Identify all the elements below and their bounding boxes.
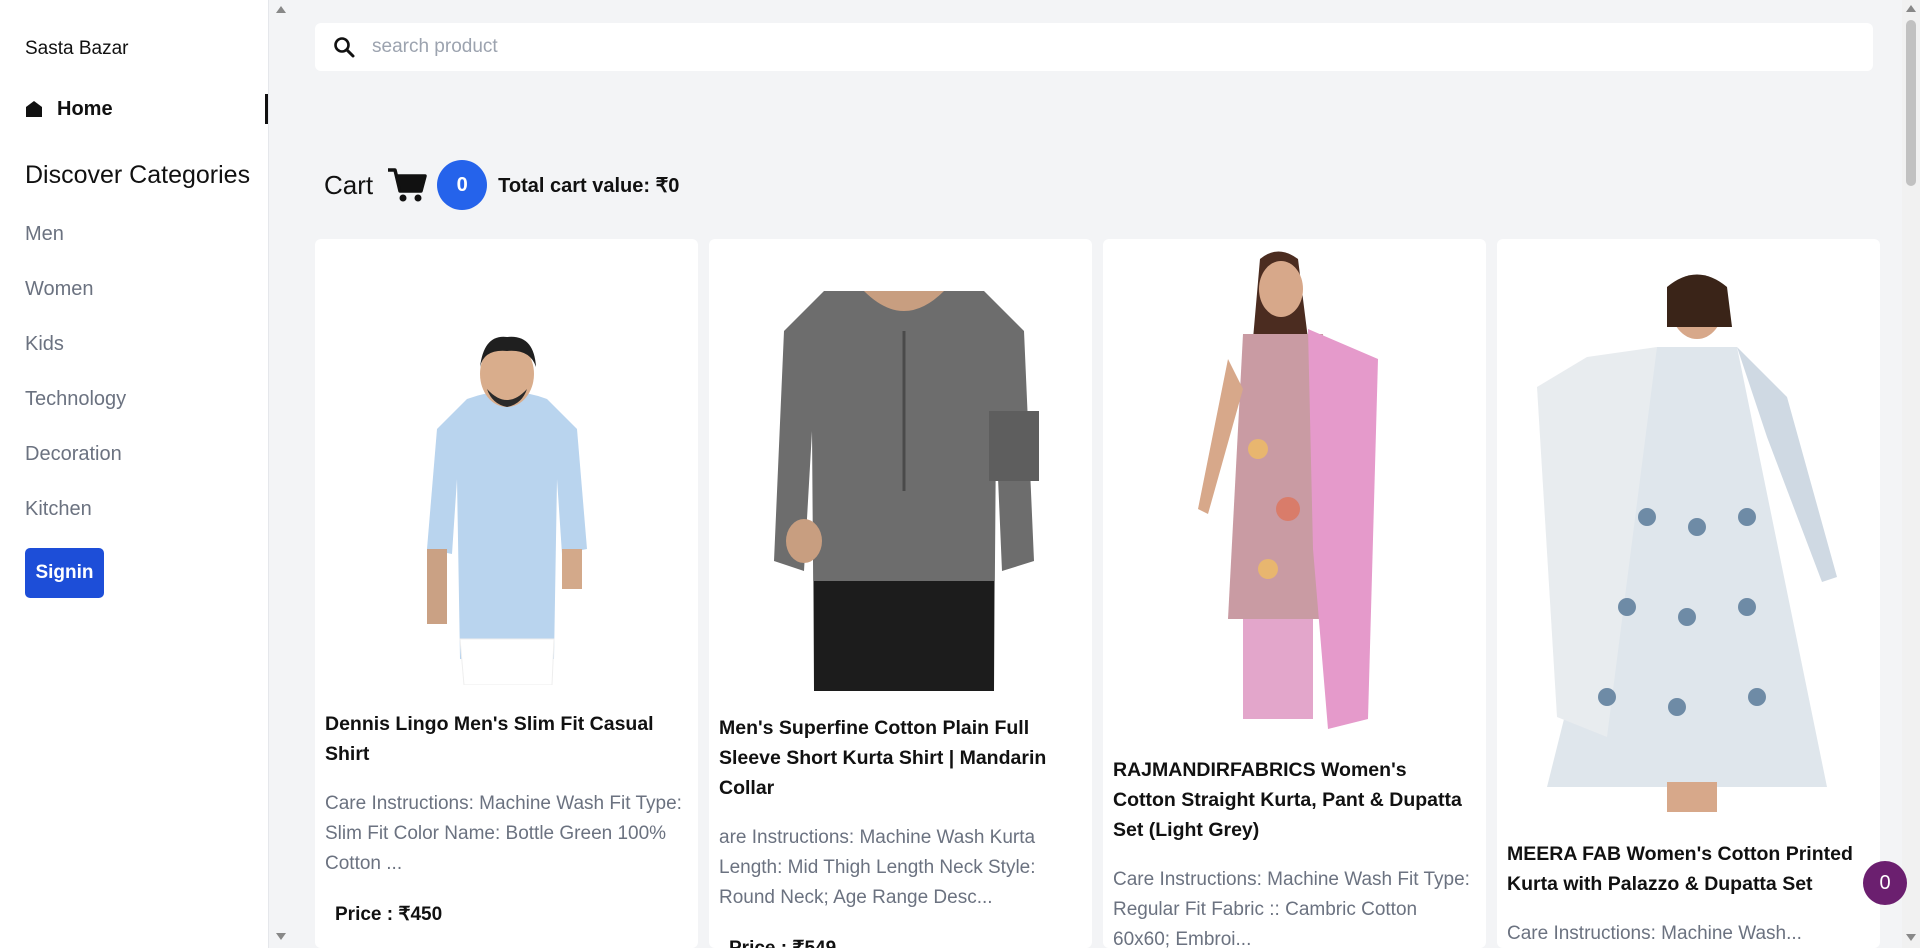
product-card[interactable]: Men's Superfine Cotton Plain Full Sleeve… bbox=[709, 239, 1092, 948]
sidebar: Sasta Bazar Home Discover Categories Men… bbox=[0, 0, 286, 948]
product-card[interactable]: Dennis Lingo Men's Slim Fit Casual Shirt… bbox=[315, 239, 698, 948]
cart-icon[interactable] bbox=[387, 167, 427, 203]
page-scrollbar[interactable] bbox=[1902, 0, 1920, 948]
product-description: Care Instructions: Machine Wash... bbox=[1507, 923, 1802, 944]
product-image[interactable] bbox=[1527, 267, 1847, 812]
sidebar-item-home-label: Home bbox=[57, 97, 113, 120]
product-image[interactable] bbox=[1188, 249, 1403, 734]
search-bar bbox=[315, 23, 1873, 71]
sidebar-item-home[interactable]: Home bbox=[25, 94, 268, 124]
brand-name[interactable]: Sasta Bazar bbox=[25, 38, 129, 60]
cart-summary: Cart 0 Total cart value: ₹0 bbox=[324, 160, 679, 210]
scrollbar-thumb[interactable] bbox=[1906, 20, 1916, 186]
category-decoration[interactable]: Decoration bbox=[25, 443, 122, 466]
product-card[interactable]: MEERA FAB Women's Cotton Printed Kurta w… bbox=[1497, 239, 1880, 948]
product-title[interactable]: MEERA FAB Women's Cotton Printed Kurta w… bbox=[1507, 839, 1867, 899]
category-men[interactable]: Men bbox=[25, 223, 64, 246]
product-description: are Instructions: Machine Wash Kurta Len… bbox=[719, 827, 1036, 908]
search-input[interactable] bbox=[370, 35, 1774, 59]
product-description: Care Instructions: Machine Wash Fit Type… bbox=[1113, 869, 1470, 948]
product-image[interactable] bbox=[764, 291, 1044, 691]
product-price: Price : ₹549 bbox=[729, 937, 836, 948]
product-price: Price : ₹450 bbox=[335, 904, 443, 925]
product-title[interactable]: Men's Superfine Cotton Plain Full Sleeve… bbox=[719, 713, 1079, 803]
product-title[interactable]: RAJMANDIRFABRICS Women's Cotton Straight… bbox=[1113, 755, 1473, 845]
signin-button[interactable]: Signin bbox=[25, 548, 104, 598]
cart-total: Total cart value: ₹0 bbox=[498, 174, 680, 197]
home-icon bbox=[26, 101, 42, 117]
floating-cart-badge[interactable]: 0 bbox=[1863, 861, 1907, 905]
search-icon bbox=[334, 37, 355, 58]
product-description: Care Instructions: Machine Wash Fit Type… bbox=[325, 793, 682, 874]
product-image[interactable] bbox=[412, 329, 602, 685]
sidebar-scroll-up[interactable] bbox=[276, 6, 286, 13]
scroll-down-arrow[interactable] bbox=[1906, 934, 1916, 941]
scroll-up-arrow[interactable] bbox=[1906, 5, 1916, 12]
sidebar-scroll-down[interactable] bbox=[276, 933, 286, 940]
category-technology[interactable]: Technology bbox=[25, 388, 126, 411]
category-women[interactable]: Women bbox=[25, 278, 94, 301]
cart-label: Cart bbox=[324, 169, 374, 200]
cart-count-badge: 0 bbox=[437, 160, 488, 210]
product-card[interactable]: RAJMANDIRFABRICS Women's Cotton Straight… bbox=[1103, 239, 1486, 948]
category-kids[interactable]: Kids bbox=[25, 333, 64, 356]
category-kitchen[interactable]: Kitchen bbox=[25, 498, 92, 521]
product-title[interactable]: Dennis Lingo Men's Slim Fit Casual Shirt bbox=[325, 709, 685, 769]
categories-heading: Discover Categories bbox=[25, 161, 251, 189]
